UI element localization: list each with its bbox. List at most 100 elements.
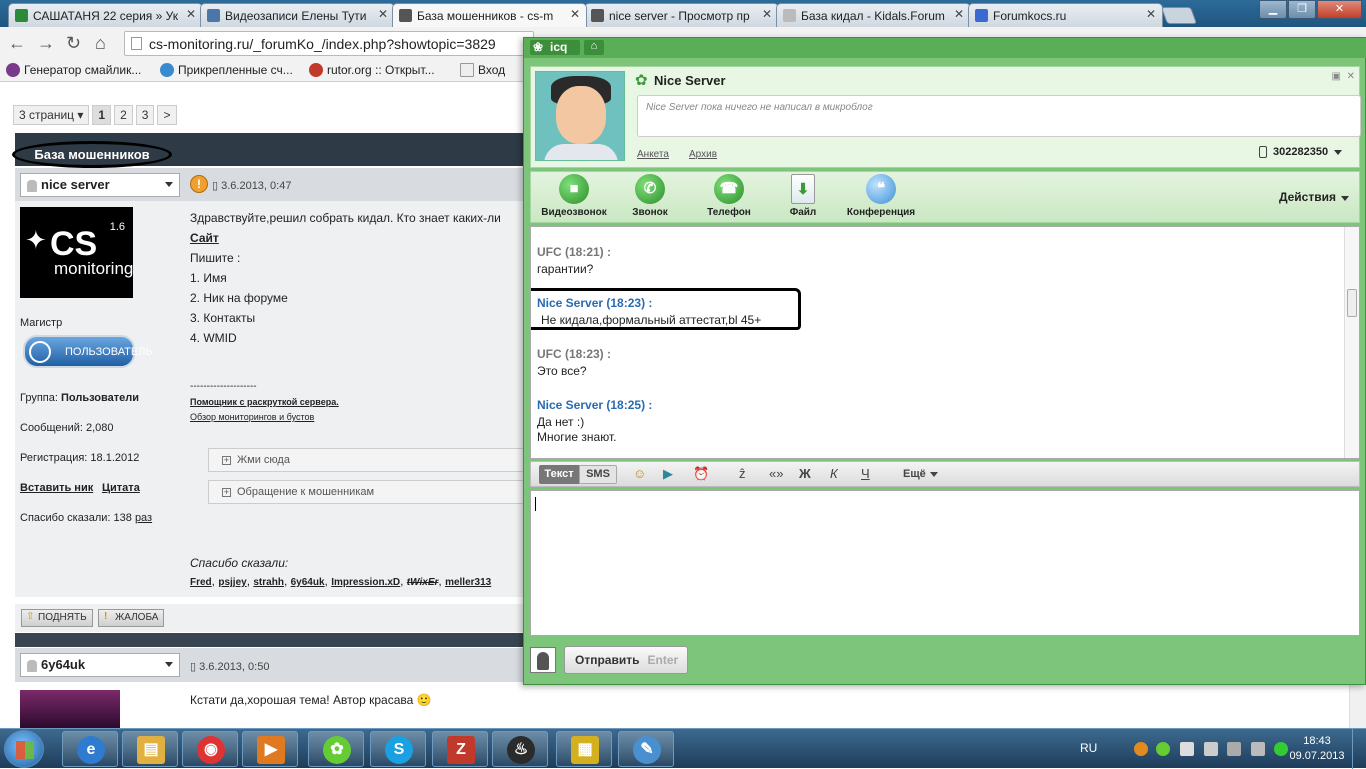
start-button[interactable] bbox=[4, 730, 44, 768]
show-desktop-button[interactable] bbox=[1352, 729, 1366, 769]
status-icon[interactable] bbox=[1274, 742, 1288, 756]
volume-icon[interactable] bbox=[1251, 742, 1265, 756]
report-button[interactable]: ! ЖАЛОБА bbox=[98, 609, 165, 627]
tab-videos[interactable]: Видеозаписи Елены Тути ✕ bbox=[200, 3, 395, 27]
profile-link[interactable]: Анкета bbox=[637, 149, 669, 160]
file-button[interactable]: ⬇ Файл bbox=[785, 174, 821, 218]
tab-forumkocs[interactable]: Forumkocs.ru ✕ bbox=[968, 3, 1163, 27]
signature-link-review[interactable]: Обзор мониторингов и бустов bbox=[190, 412, 314, 422]
close-icon[interactable]: ✕ bbox=[1347, 71, 1355, 82]
bookmark-login[interactable]: Вход bbox=[460, 63, 505, 77]
taskbar-chrome[interactable]: ◉ bbox=[182, 731, 238, 767]
call-button[interactable]: ✆ Звонок bbox=[625, 174, 675, 218]
spoiler-click-here[interactable]: + Жми сюда bbox=[208, 448, 528, 472]
next-page-link[interactable]: > bbox=[157, 105, 177, 125]
phone-number-dropdown[interactable]: 302282350 bbox=[1259, 146, 1343, 158]
taskbar-media[interactable]: ▶ bbox=[242, 731, 298, 767]
thanks-user[interactable]: meller313 bbox=[445, 577, 491, 588]
site-link[interactable]: Сайт bbox=[190, 231, 219, 245]
italic-icon[interactable]: К bbox=[830, 466, 838, 481]
minimize-button[interactable]: ▁ bbox=[1259, 0, 1287, 19]
telephone-button[interactable]: ☎ Телефон bbox=[699, 174, 759, 218]
taskbar-icq[interactable]: ✿ bbox=[308, 731, 364, 767]
forward-icon[interactable]: → bbox=[37, 33, 55, 54]
new-tab-button[interactable] bbox=[1160, 7, 1198, 24]
tab-text-mode[interactable]: Текст bbox=[539, 465, 579, 484]
tab-close-icon[interactable]: ✕ bbox=[762, 7, 772, 21]
taskbar-paint[interactable]: ✎ bbox=[618, 731, 674, 767]
send-button[interactable]: Отправить Enter bbox=[564, 646, 688, 674]
author-dropdown[interactable]: 6y64uk bbox=[20, 653, 180, 677]
tab-nice-server[interactable]: nice server - Просмотр пр ✕ bbox=[584, 3, 779, 27]
device-icon[interactable] bbox=[1180, 742, 1194, 756]
tab-close-icon[interactable]: ✕ bbox=[1146, 7, 1156, 21]
pin-icon[interactable]: ▣ bbox=[1332, 71, 1341, 82]
maximize-button[interactable]: ❐ bbox=[1288, 0, 1316, 19]
author-dropdown[interactable]: nice server bbox=[20, 173, 180, 197]
quotes-icon[interactable]: «» bbox=[769, 466, 783, 481]
spoiler-scammers-address[interactable]: + Обращение к мошенникам bbox=[208, 480, 528, 504]
quote-link[interactable]: Цитата bbox=[102, 482, 140, 494]
taskbar-ie[interactable]: e bbox=[62, 731, 118, 767]
flag-icon[interactable] bbox=[1204, 742, 1218, 756]
close-window-button[interactable]: ✕ bbox=[1317, 0, 1362, 19]
network-icon[interactable] bbox=[1227, 742, 1241, 756]
back-icon[interactable]: ← bbox=[8, 33, 26, 54]
taskbar-explorer[interactable]: ▤ bbox=[122, 731, 178, 767]
icq-logo[interactable]: ❀ icq bbox=[530, 40, 580, 55]
thanks-user[interactable]: Fred bbox=[190, 577, 212, 588]
tab-sms-mode[interactable]: SMS bbox=[579, 465, 617, 484]
scroll-thumb[interactable] bbox=[1347, 289, 1357, 317]
bookmark-rutor[interactable]: rutor.org :: Открыт... bbox=[309, 63, 435, 77]
taskbar-filezilla[interactable]: Z bbox=[432, 731, 488, 767]
taskbar-skype[interactable]: S bbox=[370, 731, 426, 767]
page-link-2[interactable]: 2 bbox=[114, 105, 133, 125]
bookmark-smiley-generator[interactable]: Генератор смайлик... bbox=[6, 63, 141, 77]
tab-close-icon[interactable]: ✕ bbox=[378, 7, 388, 21]
more-dropdown[interactable]: Ещё bbox=[903, 468, 938, 480]
page-link-1[interactable]: 1 bbox=[92, 105, 112, 125]
thanks-user[interactable]: psjjey bbox=[218, 577, 246, 588]
actions-dropdown[interactable]: Действия bbox=[1279, 190, 1349, 204]
thanks-user[interactable]: tWixEr bbox=[407, 577, 439, 588]
bump-button[interactable]: ⇧ ПОДНЯТЬ bbox=[21, 609, 93, 627]
pages-dropdown[interactable]: 3 страниц ▾ bbox=[13, 105, 90, 125]
smiley-icon[interactable]: ☺ bbox=[633, 466, 646, 481]
language-indicator[interactable]: RU bbox=[1080, 741, 1097, 755]
tab-kidals[interactable]: База кидал - Kidals.Forum ✕ bbox=[776, 3, 971, 27]
tab-scam-base[interactable]: База мошенников - cs-m ✕ bbox=[392, 3, 587, 27]
my-avatar[interactable] bbox=[530, 647, 556, 673]
video-call-button[interactable]: ■ Видеозвонок bbox=[539, 174, 609, 218]
signature-link-promo[interactable]: Помощник с раскруткой сервера. bbox=[190, 397, 339, 407]
home-icon[interactable]: ⌂ bbox=[584, 40, 604, 55]
underline-icon[interactable]: Ч bbox=[861, 466, 870, 481]
tab-sashatanya[interactable]: САШАТАНЯ 22 серия » Ук ✕ bbox=[8, 3, 203, 27]
home-icon[interactable]: ⌂ bbox=[95, 33, 106, 54]
insert-nick-link[interactable]: Вставить ник bbox=[20, 482, 93, 494]
chat-scrollbar[interactable] bbox=[1344, 227, 1359, 458]
thanks-user[interactable]: strahh bbox=[253, 577, 284, 588]
reload-icon[interactable]: ↻ bbox=[66, 33, 81, 54]
tab-close-icon[interactable]: ✕ bbox=[570, 7, 580, 21]
video-message-icon[interactable]: ▶ bbox=[663, 466, 673, 482]
bookmark-pinned[interactable]: Прикрепленные сч... bbox=[160, 63, 293, 77]
transliterate-icon[interactable]: ẑ bbox=[739, 466, 746, 481]
taskbar-tool[interactable]: ▦ bbox=[556, 731, 612, 767]
taskbar-steam[interactable]: ♨ bbox=[492, 731, 548, 767]
message-input[interactable] bbox=[530, 490, 1360, 636]
address-bar[interactable]: cs-monitoring.ru/_forumKo_/index.php?sho… bbox=[124, 31, 534, 56]
archive-link[interactable]: Архив bbox=[689, 149, 717, 160]
thanks-user[interactable]: Impression.xD bbox=[331, 577, 400, 588]
thanks-unit-link[interactable]: раз bbox=[135, 512, 152, 524]
page-link-3[interactable]: 3 bbox=[135, 105, 155, 125]
tab-close-icon[interactable]: ✕ bbox=[186, 7, 196, 21]
system-clock[interactable]: 18:43 09.07.2013 bbox=[1287, 734, 1347, 764]
thanks-user[interactable]: 6y64uk bbox=[291, 577, 325, 588]
tab-close-icon[interactable]: ✕ bbox=[954, 7, 964, 21]
bold-icon[interactable]: Ж bbox=[799, 466, 811, 481]
icq-tray-icon[interactable] bbox=[1156, 742, 1170, 756]
conference-button[interactable]: ❝ Конференция bbox=[843, 174, 919, 218]
notification-icon[interactable] bbox=[1134, 742, 1148, 756]
alarm-clock-icon[interactable]: ⏰ bbox=[693, 466, 709, 482]
warning-icon[interactable]: ! bbox=[190, 175, 208, 193]
